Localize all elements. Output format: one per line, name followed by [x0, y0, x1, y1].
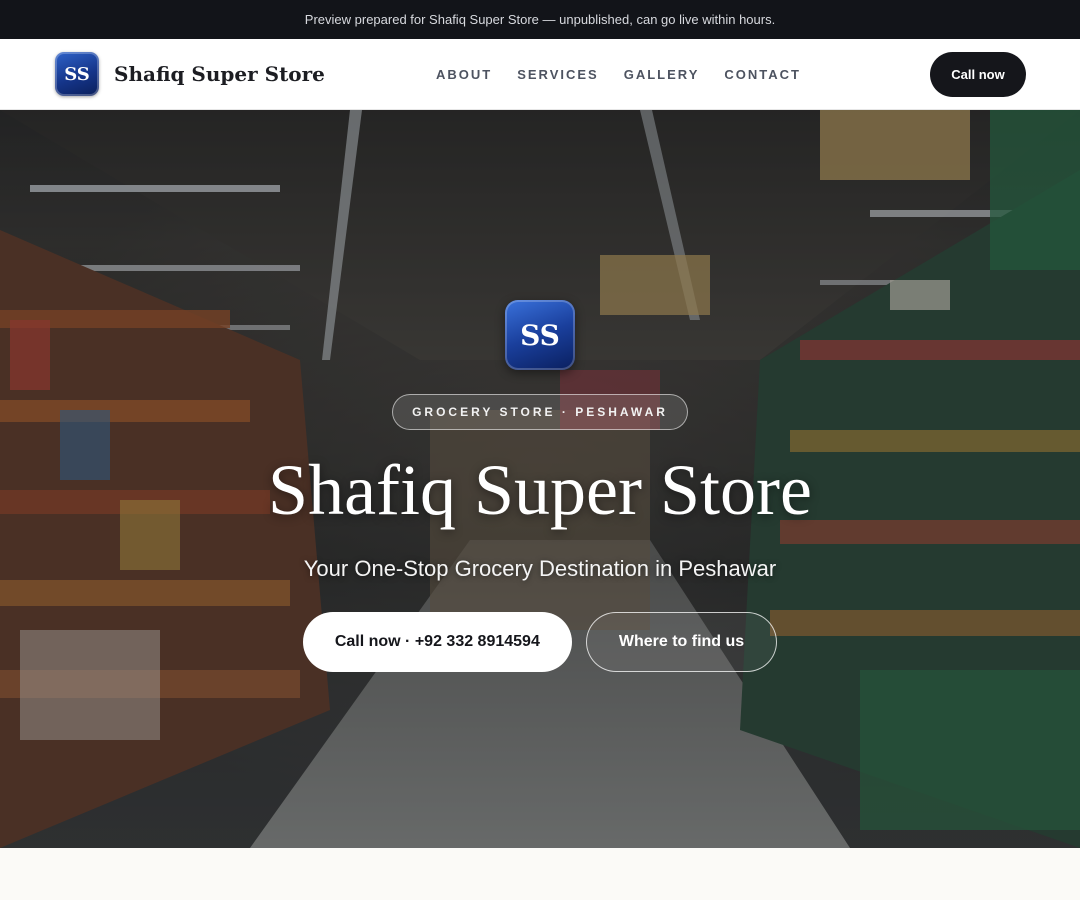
hero-title: Shafiq Super Store: [268, 450, 812, 530]
brand-name: Shafiq Super Store: [114, 62, 325, 86]
find-us-button[interactable]: Where to find us: [585, 612, 778, 672]
store-logo-text: SS: [64, 63, 90, 85]
site-header: SS Shafiq Super Store ABOUT SERVICES GAL…: [0, 39, 1080, 110]
hero-logo: SS: [505, 300, 575, 370]
preview-banner-text: Preview prepared for Shafiq Super Store …: [304, 12, 776, 27]
hero-content: SS GROCERY STORE · PESHAWAR Shafiq Super…: [0, 300, 1080, 672]
hero-section: SS GROCERY STORE · PESHAWAR Shafiq Super…: [0, 110, 1080, 848]
store-logo: SS: [55, 52, 99, 96]
call-phone-button[interactable]: Call now · +92 332 8914594: [302, 612, 572, 672]
category-badge-text: GROCERY STORE · PESHAWAR: [412, 405, 668, 419]
hero-subtitle: Your One-Stop Grocery Destination in Pes…: [303, 556, 777, 581]
brand[interactable]: SS Shafiq Super Store: [55, 52, 325, 96]
hero-cta-row: Call now · +92 332 8914594 Where to find…: [302, 612, 778, 672]
category-badge: GROCERY STORE · PESHAWAR: [392, 394, 688, 430]
nav-link-gallery[interactable]: GALLERY: [624, 67, 700, 82]
nav-link-about[interactable]: ABOUT: [436, 67, 492, 82]
hero-logo-text: SS: [520, 318, 560, 352]
next-section: [0, 848, 1080, 900]
main-nav: ABOUT SERVICES GALLERY CONTACT: [436, 39, 826, 109]
preview-banner: Preview prepared for Shafiq Super Store …: [0, 0, 1080, 39]
nav-link-services[interactable]: SERVICES: [517, 67, 599, 82]
nav-link-contact[interactable]: CONTACT: [724, 67, 801, 82]
call-now-button[interactable]: Call now: [930, 52, 1026, 97]
